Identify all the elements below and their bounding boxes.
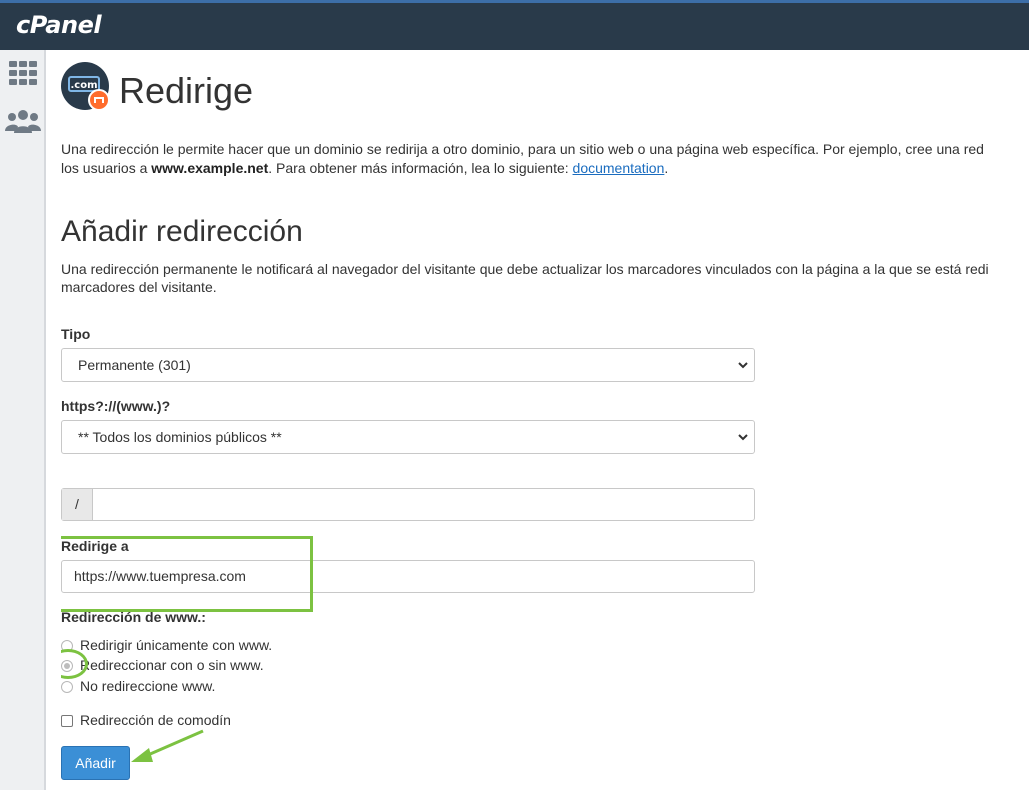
highlight-box — [61, 536, 313, 612]
radio-no-www[interactable]: No redireccione www. — [61, 678, 215, 694]
radio-button[interactable] — [61, 681, 73, 693]
chevron-down-icon — [737, 422, 749, 465]
section-heading: Añadir redirección — [61, 215, 303, 248]
type-select[interactable]: Permanente (301) — [61, 348, 755, 382]
redirects-icon: .com — [61, 62, 110, 111]
path-prefix: / — [62, 489, 93, 520]
users-icon[interactable] — [5, 108, 41, 139]
cpanel-logo[interactable]: cPanel — [16, 11, 102, 39]
chevron-down-icon — [737, 350, 749, 393]
type-label: Tipo — [61, 326, 91, 342]
page-title: Redirige — [119, 70, 254, 111]
main-content: .com Redirige Una redirección le permite… — [61, 50, 1029, 790]
intro-text: Una redirección le permite hacer que un … — [61, 141, 984, 176]
wildcard-row[interactable]: Redirección de comodín — [61, 712, 231, 728]
grid-icon[interactable] — [8, 60, 38, 91]
path-field[interactable]: / — [61, 488, 755, 521]
www-label: Redirección de www.: — [61, 609, 206, 625]
radio-with-or-without-www[interactable]: Redireccionar con o sin www. — [61, 657, 264, 673]
add-button[interactable]: Añadir — [61, 746, 130, 780]
wildcard-checkbox[interactable] — [61, 715, 73, 727]
highlight-oval — [61, 649, 88, 679]
domain-label: https?://(www.)? — [61, 398, 171, 414]
section-note: Una redirección permanente le notificará… — [61, 261, 989, 295]
arrow-icon — [127, 728, 207, 773]
domain-select[interactable]: ** Todos los dominios públicos ** — [61, 420, 755, 454]
documentation-link[interactable]: documentation — [573, 160, 665, 176]
sidebar — [0, 50, 46, 790]
radio-only-www[interactable]: Redirigir únicamente con www. — [61, 637, 272, 653]
top-bar: cPanel — [0, 0, 1029, 50]
